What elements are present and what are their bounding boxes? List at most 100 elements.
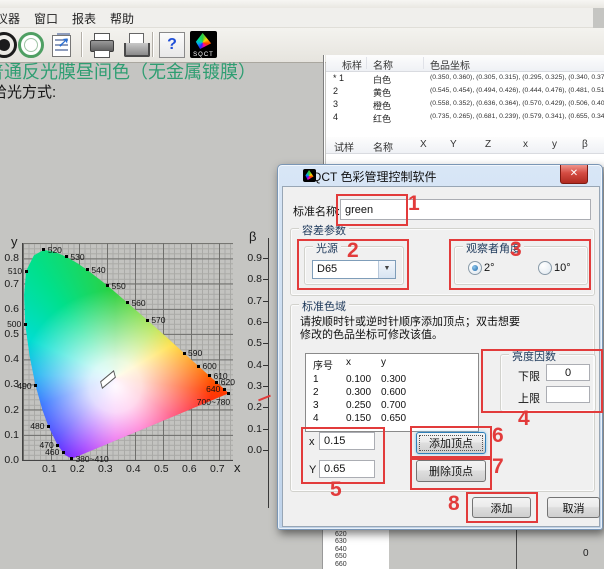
locus-point-550 (106, 284, 109, 287)
toolbar-separator (81, 32, 82, 57)
locus-point-570 (146, 319, 149, 322)
radio-10deg[interactable] (538, 261, 552, 275)
record-circle-icon[interactable] (0, 31, 18, 59)
menu-bar: 仪器窗口报表帮助 (0, 8, 593, 28)
help-icon[interactable]: ? (158, 31, 186, 59)
vertex-cell[interactable]: 0.300 (346, 387, 371, 398)
beta-tick-mark (263, 407, 268, 408)
locus-point-590 (183, 352, 186, 355)
vertex-cell[interactable]: 0.250 (346, 400, 371, 411)
beta-axis-title: β (249, 229, 256, 244)
dialog-titlebar[interactable]: SQCT 色彩管理控制软件 (286, 168, 436, 184)
vertex-cell[interactable]: 0.150 (346, 413, 371, 424)
column-header: 色品坐标 (430, 57, 470, 72)
upper-limit-input[interactable] (546, 386, 590, 403)
vertex-column-header: y (381, 357, 386, 368)
illuminant-value: D65 (317, 263, 337, 275)
row-color-name: 红色 (373, 112, 391, 125)
locus-point-470 (56, 444, 59, 447)
locus-point-640 (223, 388, 226, 391)
radio-10deg-label: 10° (554, 262, 571, 274)
table-row[interactable]: 4红色(0.735, 0.265), (0.681, 0.239), (0.57… (326, 111, 604, 124)
locus-point-510 (25, 270, 28, 273)
beta-tick-mark (263, 301, 268, 302)
locus-point-600 (197, 365, 200, 368)
vertex-cell[interactable]: 0.700 (381, 400, 406, 411)
locus-label-560: 560 (131, 298, 145, 308)
green-circle-icon[interactable] (17, 31, 45, 59)
illuminant-group-label: 光源 (313, 240, 341, 256)
beta-tick-mark (263, 343, 268, 344)
dialog-sqct: SQCT 色彩管理控制软件 ✕ 标准名称: 容差参数 光源 D65 ▼ 观察者角… (277, 164, 603, 530)
print-icon[interactable] (87, 31, 115, 59)
column-header: Y (450, 139, 457, 150)
vertex-cell[interactable]: 0.600 (381, 387, 406, 398)
dark-ring-icon (0, 32, 17, 58)
vertex-cell[interactable]: 2 (313, 387, 319, 398)
sqct-logo-icon[interactable]: SQCT (190, 31, 218, 59)
beta-tick-0.9: 0.9 (238, 252, 262, 264)
vertex-cell[interactable]: 0.650 (381, 413, 406, 424)
locus-label-530: 530 (70, 252, 84, 262)
sqct-mini-icon (303, 169, 316, 182)
locus-label-620: 620 (221, 377, 235, 387)
tolerance-group-label: 容差参数 (299, 222, 349, 238)
vertex-cell[interactable]: 3 (313, 400, 319, 411)
close-button[interactable]: ✕ (560, 165, 588, 184)
table-row[interactable]: 2黄色(0.545, 0.454), (0.494, 0.426), (0.44… (326, 85, 604, 98)
y-coordinate-label: Y (309, 464, 316, 476)
vertex-cell[interactable]: 4 (313, 413, 319, 424)
standards-table-header: 标样名称色品坐标 (326, 55, 604, 72)
wavelength-item: 620 (335, 531, 347, 538)
background-axis-line (516, 529, 517, 569)
wavelength-item: 640 (335, 546, 347, 553)
radio-2deg[interactable] (468, 261, 482, 275)
column-header: 名称 (373, 139, 393, 154)
y-coordinate-input[interactable] (319, 460, 375, 478)
x-tick-0.2: 0.2 (70, 463, 85, 475)
print-preview-icon[interactable] (121, 31, 149, 59)
column-header: x (523, 139, 528, 150)
lower-limit-input[interactable] (546, 364, 590, 381)
gamut-group-label: 标准色域 (299, 298, 349, 314)
column-separator (423, 57, 424, 69)
standard-name-input[interactable] (340, 199, 591, 220)
pane-divider (323, 55, 324, 167)
vertex-cell[interactable]: 0.100 (346, 374, 371, 385)
beta-tick-0.5: 0.5 (238, 337, 262, 349)
locus-label-540: 540 (91, 265, 105, 275)
vertex-cell[interactable]: 1 (313, 374, 319, 385)
lower-limit-label: 下限 (518, 368, 540, 384)
cancel-button[interactable]: 取消 (547, 497, 600, 518)
vertex-table[interactable]: 序号xy10.1000.30020.3000.60030.2500.70040.… (305, 353, 479, 432)
standard-name-label: 标准名称: (293, 203, 340, 219)
menu-item-仪器[interactable]: 仪器 (0, 8, 27, 29)
menu-item-报表[interactable]: 报表 (65, 8, 103, 29)
locus-label-510: 510 (8, 266, 22, 276)
export-report-icon[interactable]: ➚ (49, 31, 77, 59)
add-vertex-button[interactable]: 添加顶点 (416, 432, 486, 454)
beta-tick-mark (263, 450, 268, 451)
menu-item-窗口[interactable]: 窗口 (27, 8, 65, 29)
x-tick-0.5: 0.5 (154, 463, 169, 475)
illuminant-combobox[interactable]: D65 ▼ (312, 260, 396, 279)
locus-label-600: 600 (203, 361, 217, 371)
add-button[interactable]: 添加 (472, 497, 531, 518)
row-id: * 1 (333, 73, 344, 83)
menu-item-帮助[interactable]: 帮助 (103, 8, 141, 29)
chevron-down-icon[interactable]: ▼ (378, 261, 395, 278)
column-separator (366, 57, 367, 69)
beta-tick-mark (263, 279, 268, 280)
x-coordinate-input[interactable] (319, 432, 375, 450)
beta-axis-line (268, 238, 269, 508)
locus-point-380~410 (70, 457, 73, 460)
delete-vertex-button[interactable]: 删除顶点 (416, 460, 486, 482)
vertex-cell[interactable]: 0.300 (381, 374, 406, 385)
dialog-content: 标准名称: 容差参数 光源 D65 ▼ 观察者角度 2° 10° 标准色域 请按… (282, 186, 600, 527)
row-coordinates: (0.545, 0.454), (0.494, 0.426), (0.444, … (430, 87, 604, 94)
table-row[interactable]: 3橙色(0.558, 0.352), (0.636, 0.364), (0.57… (326, 98, 604, 111)
locus-point-540 (86, 268, 89, 271)
table-row[interactable]: * 1白色(0.350, 0.360), (0.305, 0.315), (0.… (326, 72, 604, 85)
column-header: Z (485, 139, 491, 150)
x-tick-0.4: 0.4 (126, 463, 141, 475)
